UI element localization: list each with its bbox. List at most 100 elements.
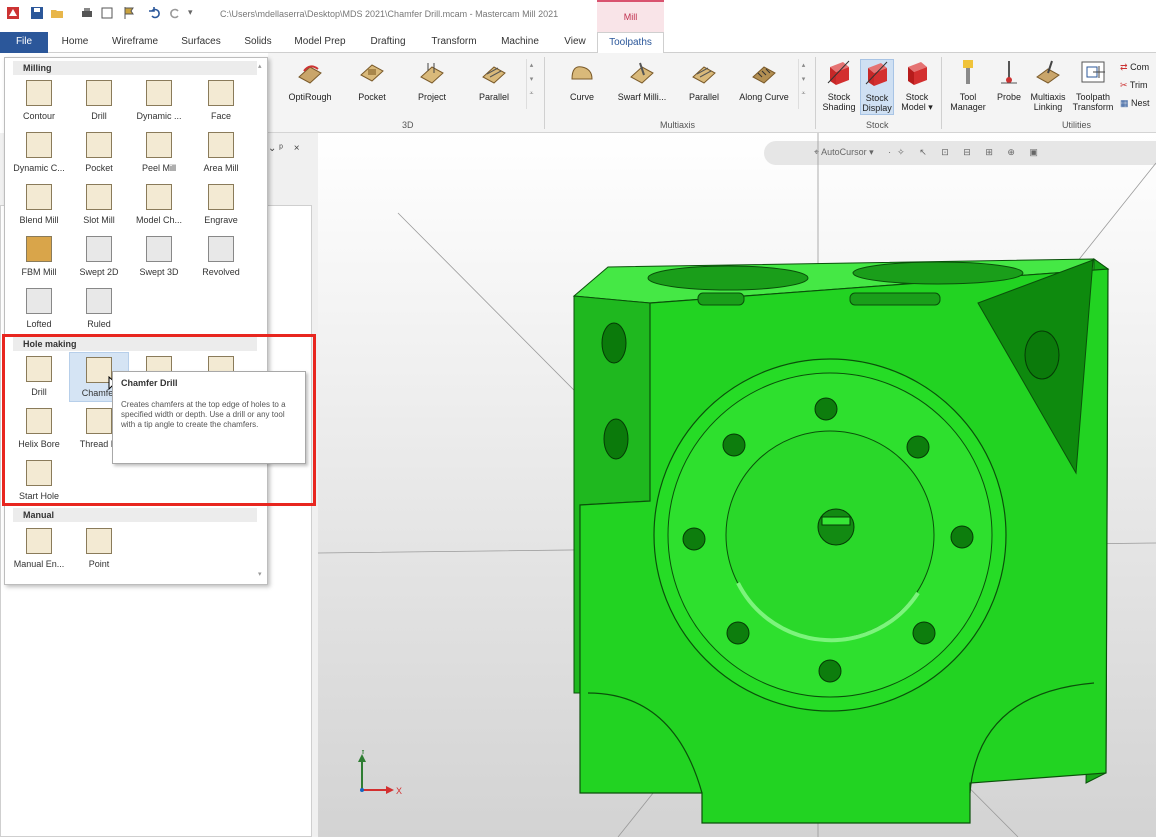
- parallel-multiaxis-button[interactable]: Parallel: [674, 59, 734, 115]
- parallel-3d-button[interactable]: Parallel: [464, 59, 524, 115]
- area-mill-icon: [208, 132, 234, 158]
- engrave-icon: [208, 184, 234, 210]
- stock-display-button[interactable]: Stock Display: [860, 59, 894, 115]
- gallery-item-peel-mill[interactable]: Peel Mill: [129, 128, 189, 178]
- peel-mill-icon: [146, 132, 172, 158]
- gallery-item-fbm-mill[interactable]: FBM Mill: [9, 232, 69, 282]
- optirough-button[interactable]: OptiRough: [280, 59, 340, 115]
- swarf-milling-button[interactable]: Swarf Milli...: [612, 59, 672, 115]
- gallery-item-dynamic-contour[interactable]: Dynamic C...: [9, 128, 69, 178]
- toolpath-transform-icon: [1081, 61, 1105, 83]
- save-icon[interactable]: [30, 6, 44, 20]
- context-tab-mill: Mill: [597, 0, 664, 32]
- gallery-item-ruled[interactable]: Ruled: [69, 284, 129, 334]
- tab-machine[interactable]: Machine: [494, 32, 546, 53]
- stock-shading-button[interactable]: Stock Shading: [818, 59, 860, 115]
- probe-button[interactable]: Probe: [990, 59, 1028, 115]
- gallery-item-swept-2d[interactable]: Swept 2D: [69, 232, 129, 282]
- convert-icon: ⇄: [1120, 62, 1128, 72]
- nest-button[interactable]: ▦ Nest: [1120, 94, 1150, 112]
- part-model: [318, 133, 1156, 837]
- gallery-item-slot-mill[interactable]: Slot Mill: [69, 180, 129, 230]
- panel-pin-icon[interactable]: ⌄ ᵖ: [268, 143, 283, 154]
- trim-button[interactable]: ✂ Trim: [1120, 76, 1150, 94]
- gallery-item-manual-entry[interactable]: Manual En...: [9, 524, 69, 574]
- dynamic-mill-icon: [146, 80, 172, 106]
- graphics-viewport[interactable]: ⌖ AutoCursor ▾ ·✧ ↖ ⊡ ⊟ ⊞ ⊕ ▣: [318, 133, 1156, 837]
- stock-shading-icon: [827, 60, 850, 85]
- undo-icon[interactable]: [148, 6, 162, 20]
- quick-access-customize-icon[interactable]: ▾: [188, 7, 193, 18]
- redo-icon[interactable]: [168, 6, 182, 20]
- tab-wireframe[interactable]: Wireframe: [104, 32, 166, 53]
- along-curve-button[interactable]: Along Curve: [734, 59, 794, 115]
- tab-view[interactable]: View: [556, 32, 594, 53]
- parallel-multiaxis-icon: [692, 66, 716, 84]
- group-label-3d: 3D: [402, 120, 414, 130]
- gallery-item-point[interactable]: Point: [69, 524, 129, 574]
- gallery-item-model-chamfer[interactable]: Model Ch...: [129, 180, 189, 230]
- gallery-item-blend-mill[interactable]: Blend Mill: [9, 180, 69, 230]
- tab-home[interactable]: Home: [52, 32, 98, 53]
- tool-manager-icon: [963, 60, 973, 84]
- swept-2d-icon: [86, 236, 112, 262]
- revolved-icon: [208, 236, 234, 262]
- tab-file[interactable]: File: [0, 32, 48, 53]
- print-icon[interactable]: [80, 6, 94, 20]
- probe-icon: [1001, 61, 1017, 84]
- tab-toolpaths[interactable]: Toolpaths: [597, 32, 664, 54]
- drill-icon: [86, 80, 112, 106]
- gallery-multiaxis-scroll[interactable]: ▴ ▾ ⩡: [798, 59, 808, 109]
- multiaxis-linking-button[interactable]: Multiaxis Linking: [1024, 59, 1072, 115]
- tool-manager-button[interactable]: Tool Manager: [944, 59, 992, 115]
- panel-close-icon[interactable]: ×: [294, 143, 300, 154]
- pocket-icon: [86, 132, 112, 158]
- pocket-3d-button[interactable]: Pocket: [342, 59, 402, 115]
- slot-mill-icon: [86, 184, 112, 210]
- gallery-item-swept-3d[interactable]: Swept 3D: [129, 232, 189, 282]
- title-bar: ▾ C:\Users\mdellaserra\Desktop\MDS 2021\…: [0, 0, 1156, 32]
- tab-solids[interactable]: Solids: [236, 32, 280, 53]
- along-curve-icon: [752, 66, 776, 84]
- hole-making-highlight: [2, 334, 316, 506]
- axis-gnomon: Y X: [358, 750, 402, 796]
- gallery-item-engrave[interactable]: Engrave: [191, 180, 251, 230]
- open-folder-icon[interactable]: [50, 6, 64, 20]
- gallery-item-contour[interactable]: Contour: [9, 76, 69, 126]
- group-label-multiaxis: Multiaxis: [660, 120, 696, 130]
- gallery-item-drill[interactable]: Drill: [69, 76, 129, 126]
- lofted-icon: [26, 288, 52, 314]
- app-logo-icon: [7, 7, 19, 19]
- project-button[interactable]: Project: [402, 59, 462, 115]
- curve-button[interactable]: Curve: [552, 59, 612, 115]
- stock-display-icon: [865, 61, 888, 86]
- ribbon-tab-bar: File Home Wireframe Surfaces Solids Mode…: [0, 32, 1156, 54]
- pocket-3d-icon: [360, 64, 384, 82]
- flag-icon[interactable]: [122, 6, 136, 20]
- stock-model-button[interactable]: Stock Model ▾: [896, 59, 938, 115]
- optirough-icon: [298, 65, 322, 84]
- utilities-small-buttons: ⇄ Com ✂ Trim ▦ Nest: [1120, 58, 1150, 112]
- tab-surfaces[interactable]: Surfaces: [174, 32, 228, 53]
- curve-icon: [571, 66, 593, 80]
- blend-mill-icon: [26, 184, 52, 210]
- convert-button[interactable]: ⇄ Com: [1120, 58, 1150, 76]
- group-separator: [941, 57, 942, 129]
- gallery-item-face[interactable]: Face: [191, 76, 251, 126]
- gallery-item-lofted[interactable]: Lofted: [9, 284, 69, 334]
- gallery-item-pocket[interactable]: Pocket: [69, 128, 129, 178]
- contour-icon: [26, 80, 52, 106]
- tab-drafting[interactable]: Drafting: [362, 32, 414, 53]
- tab-transform[interactable]: Transform: [424, 32, 484, 53]
- toolpath-transform-button[interactable]: Toolpath Transform: [1068, 59, 1118, 115]
- gallery-3d-scroll[interactable]: ▴ ▾ ⩡: [526, 59, 536, 109]
- section-manual: Manual: [13, 508, 257, 522]
- ribbon-panel: OptiRough Pocket Project Parallel ▴ ▾ ⩡ 3D…: [268, 53, 1156, 133]
- gallery-item-area-mill[interactable]: Area Mill: [191, 128, 251, 178]
- tab-model-prep[interactable]: Model Prep: [286, 32, 354, 53]
- group-separator: [815, 57, 816, 129]
- gallery-item-revolved[interactable]: Revolved: [191, 232, 251, 282]
- gallery-item-dynamic[interactable]: Dynamic ...: [129, 76, 189, 126]
- print-preview-icon[interactable]: [100, 6, 114, 20]
- section-milling: Milling: [13, 61, 257, 75]
